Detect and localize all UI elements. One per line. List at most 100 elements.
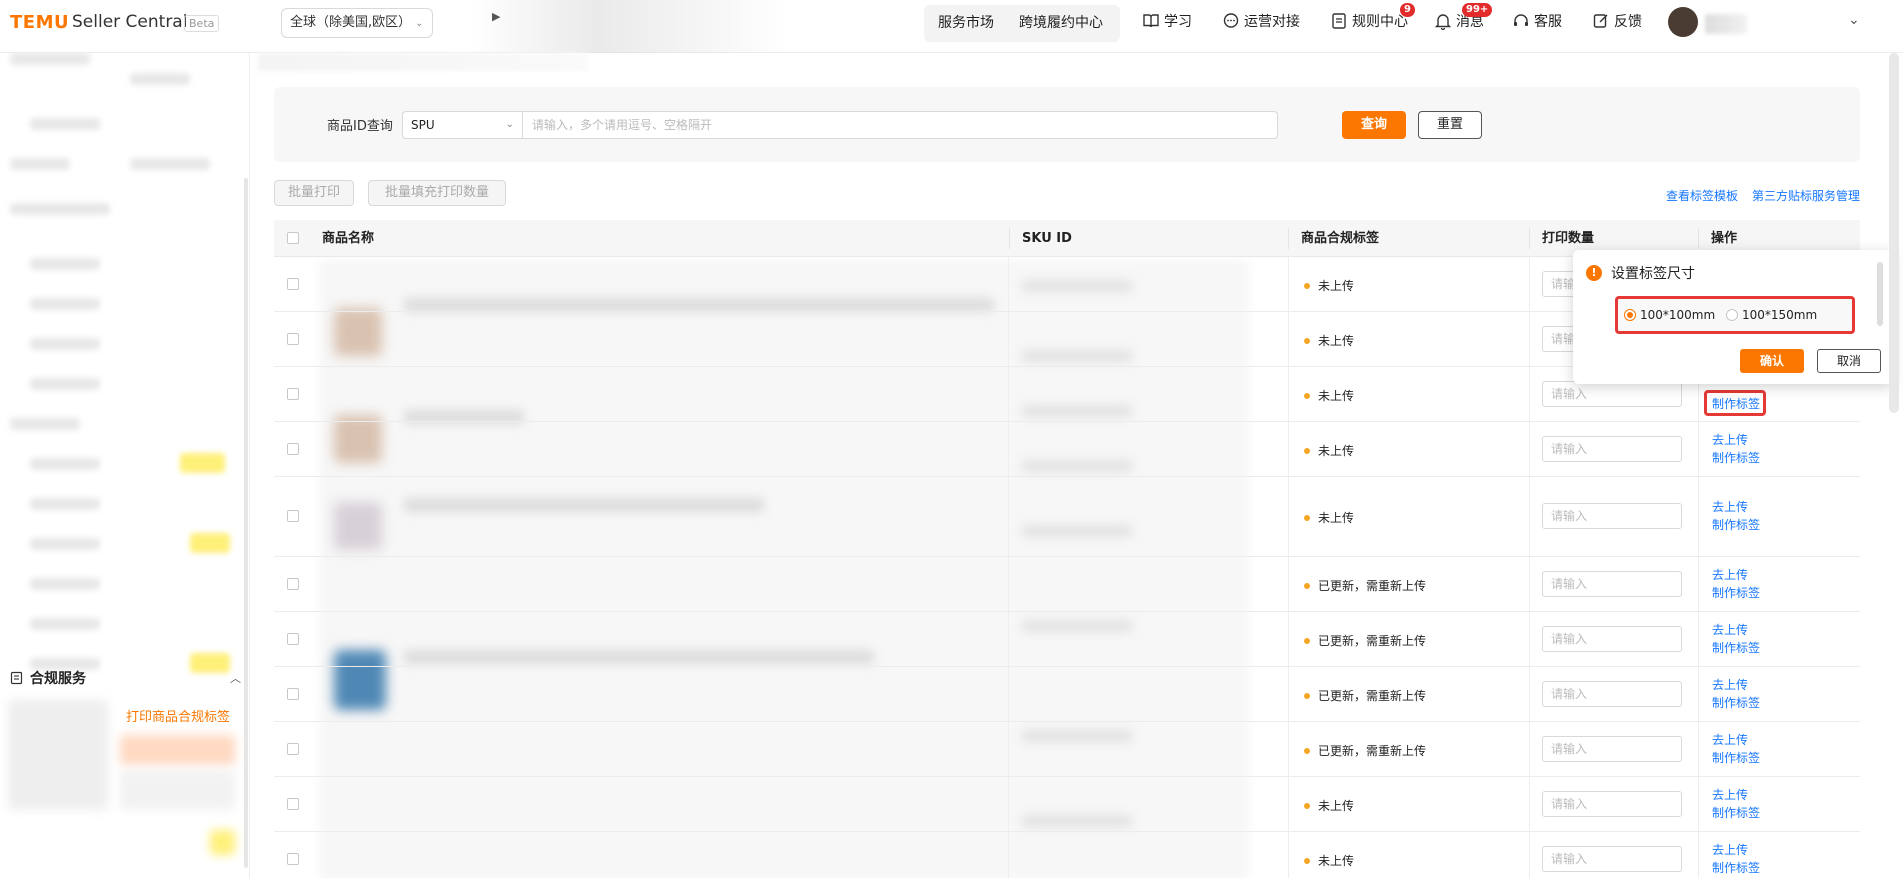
row-checkbox[interactable]: [287, 333, 299, 345]
print-qty-input[interactable]: 请输入: [1542, 736, 1682, 762]
nav-cross-border[interactable]: 跨境履约中心: [1019, 5, 1103, 42]
status-dot: [1304, 638, 1310, 644]
query-button[interactable]: 查询: [1342, 111, 1406, 139]
print-qty-input[interactable]: 请输入: [1542, 626, 1682, 652]
status-dot: [1304, 338, 1310, 344]
print-qty-input[interactable]: 请输入: [1542, 846, 1682, 872]
avatar[interactable]: [1668, 7, 1698, 37]
status-badge: 未上传: [1304, 277, 1354, 294]
status-badge: 未上传: [1304, 509, 1354, 526]
sidebar-blurred-block: [120, 770, 235, 810]
product-id-input[interactable]: 请输入，多个请用逗号、空格隔开: [522, 111, 1278, 139]
view-template-link[interactable]: 查看标签模板: [1666, 187, 1738, 204]
make-label-link[interactable]: 制作标签: [1712, 639, 1760, 657]
sidebar-blurred-badge: [190, 533, 230, 553]
nav-feedback[interactable]: 反馈: [1592, 0, 1642, 44]
play-icon[interactable]: ▶: [492, 10, 500, 23]
row-checkbox[interactable]: [287, 443, 299, 455]
row-actions: 去上传 制作标签: [1712, 841, 1760, 877]
status-text: 未上传: [1318, 799, 1355, 813]
make-label-link[interactable]: 制作标签: [1712, 859, 1760, 877]
print-qty-input[interactable]: 请输入: [1542, 381, 1682, 407]
account-name-blurred: [1705, 14, 1747, 34]
row-checkbox[interactable]: [287, 853, 299, 865]
upload-link[interactable]: 去上传: [1712, 431, 1760, 449]
confirm-button[interactable]: 确认: [1740, 349, 1804, 373]
sidebar-item-print-compliance-label[interactable]: 打印商品合规标签: [126, 706, 230, 725]
row-checkbox[interactable]: [287, 688, 299, 700]
status-text: 已更新，需重新上传: [1318, 689, 1427, 703]
nav-ops-label: 运营对接: [1244, 14, 1300, 30]
region-selector[interactable]: 全球（除美国,欧区） ⌄: [281, 8, 433, 38]
make-label-link[interactable]: 制作标签: [1712, 516, 1760, 534]
row-checkbox[interactable]: [287, 743, 299, 755]
column-separator: [1009, 228, 1010, 249]
batch-fill-button[interactable]: 批量填充打印数量: [368, 180, 506, 206]
breadcrumb-blurred: [258, 53, 588, 71]
reset-button[interactable]: 重置: [1418, 111, 1482, 139]
row-checkbox[interactable]: [287, 388, 299, 400]
row-checkbox[interactable]: [287, 633, 299, 645]
row-checkbox[interactable]: [287, 510, 299, 522]
upload-link[interactable]: 去上传: [1712, 731, 1760, 749]
make-label-link[interactable]: 制作标签: [1712, 749, 1760, 767]
label-size-popover: ! 设置标签尺寸 100*100mm 100*150mm 确认 取消: [1573, 250, 1893, 384]
column-separator: [1288, 228, 1289, 249]
status-badge: 未上传: [1304, 852, 1354, 869]
nav-service-market[interactable]: 服务市场: [938, 5, 994, 42]
region-label: 全球（除美国,欧区）: [290, 15, 412, 30]
print-qty-input[interactable]: 请输入: [1542, 571, 1682, 597]
id-type-select[interactable]: SPU ⌄: [402, 111, 522, 139]
sidebar-section-compliance[interactable]: 合规服务: [10, 668, 86, 688]
upload-link[interactable]: 去上传: [1712, 676, 1760, 694]
print-qty-input[interactable]: 请输入: [1542, 791, 1682, 817]
chevron-up-icon[interactable]: ︿: [230, 670, 241, 686]
row-checkbox[interactable]: [287, 798, 299, 810]
column-separator: [1698, 228, 1699, 249]
nav-ops[interactable]: 运营对接: [1222, 0, 1300, 44]
row-actions: 去上传 制作标签: [1712, 431, 1760, 467]
row-actions: 去上传 制作标签: [1712, 786, 1760, 822]
make-label-link[interactable]: 制作标签: [1712, 694, 1760, 712]
upload-link[interactable]: 去上传: [1712, 566, 1760, 584]
header-sku-id: SKU ID: [1022, 231, 1072, 246]
status-badge: 已更新，需重新上传: [1304, 687, 1426, 704]
row-checkbox[interactable]: [287, 578, 299, 590]
sidebar-blurred-item: [30, 498, 100, 510]
sidebar-scrollbar[interactable]: [244, 178, 248, 868]
temu-logo[interactable]: TEMU: [10, 12, 69, 33]
account-chevron-down-icon[interactable]: ⌄: [1848, 12, 1860, 28]
size-option-100x150[interactable]: 100*150mm: [1726, 308, 1817, 322]
upload-link[interactable]: 去上传: [1712, 498, 1760, 516]
row-checkbox[interactable]: [287, 278, 299, 290]
nav-learn-label: 学习: [1164, 14, 1192, 30]
upload-link[interactable]: 去上传: [1712, 841, 1760, 859]
select-all-checkbox[interactable]: [287, 232, 299, 244]
popover-scrollbar[interactable]: [1877, 262, 1883, 326]
make-label-link[interactable]: 制作标签: [1712, 804, 1760, 822]
size-option-100x100[interactable]: 100*100mm: [1624, 308, 1715, 322]
print-qty-input[interactable]: 请输入: [1542, 436, 1682, 462]
cancel-button[interactable]: 取消: [1817, 349, 1881, 373]
warning-icon: !: [1586, 265, 1602, 281]
third-party-link[interactable]: 第三方贴标服务管理: [1752, 187, 1860, 204]
nav-learn[interactable]: 学习: [1142, 0, 1192, 44]
seller-central-title: Seller Central: [72, 12, 188, 32]
make-label-link[interactable]: 制作标签: [1712, 584, 1760, 602]
nav-rules[interactable]: 规则中心: [1330, 0, 1408, 44]
upload-link[interactable]: 去上传: [1712, 786, 1760, 804]
table-row: 未上传 请输入 去上传 制作标签: [274, 832, 1860, 878]
sidebar-blurred-item: [130, 158, 210, 170]
print-qty-input[interactable]: 请输入: [1542, 503, 1682, 529]
nav-customer-service[interactable]: 客服: [1512, 0, 1562, 44]
row-actions: 去上传 制作标签: [1712, 731, 1760, 767]
main-scrollbar[interactable]: [1889, 53, 1899, 413]
batch-print-button[interactable]: 批量打印: [274, 180, 354, 206]
size-option-label: 100*150mm: [1742, 308, 1818, 322]
status-badge: 未上传: [1304, 387, 1354, 404]
print-qty-input[interactable]: 请输入: [1542, 681, 1682, 707]
nav-feedback-label: 反馈: [1614, 14, 1642, 30]
nav-group: 服务市场 跨境履约中心: [924, 5, 1120, 42]
make-label-link[interactable]: 制作标签: [1712, 449, 1760, 467]
upload-link[interactable]: 去上传: [1712, 621, 1760, 639]
